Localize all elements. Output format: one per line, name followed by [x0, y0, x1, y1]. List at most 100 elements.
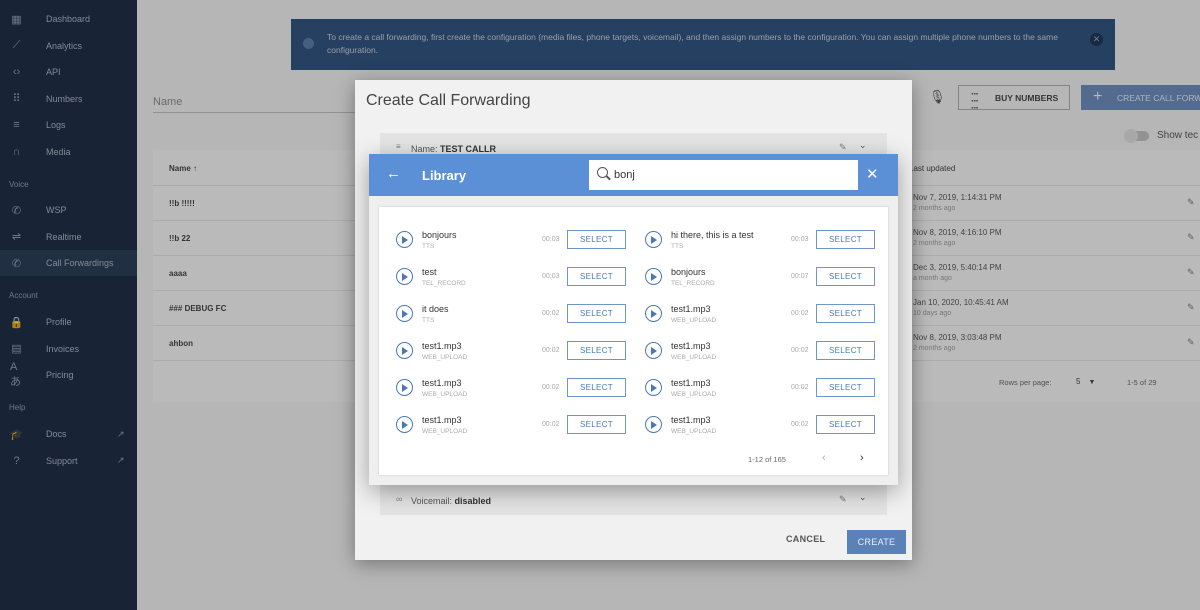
play-icon[interactable] [396, 268, 413, 285]
voicemail-text: Voicemail: disabled [411, 496, 491, 506]
media-item: test1.mp3 WEB_UPLOAD 00:02 SELECT [628, 369, 875, 406]
edit-icon[interactable]: ✎ [839, 142, 847, 153]
play-icon[interactable] [396, 379, 413, 396]
media-duration: 00:02 [791, 421, 809, 428]
media-duration: 00:02 [791, 310, 809, 317]
chevron-down-icon[interactable]: ⌄ [859, 140, 867, 151]
back-arrow-icon[interactable]: ← [386, 165, 401, 182]
media-item: bonjours TTS 00:03 SELECT [379, 221, 626, 258]
play-icon[interactable] [396, 231, 413, 248]
select-button[interactable]: SELECT [567, 378, 626, 397]
select-button[interactable]: SELECT [816, 304, 875, 323]
media-name: test [422, 267, 437, 277]
library-range: 1-12 of 165 [748, 455, 786, 464]
media-name: test1.mp3 [671, 341, 711, 351]
media-name: test1.mp3 [671, 378, 711, 388]
media-name: bonjours [422, 230, 457, 240]
media-duration: 00:07 [791, 273, 809, 280]
voicemail-value: disabled [454, 496, 492, 506]
media-name: test1.mp3 [422, 415, 462, 425]
select-button[interactable]: SELECT [816, 267, 875, 286]
name-text: Name: TEST CALLR [411, 144, 496, 154]
library-dialog: ← Library ✕ bonjoursTTS00:03SELECThi the… [369, 154, 898, 485]
select-button[interactable]: SELECT [567, 415, 626, 434]
media-item: it does TTS 00:02 SELECT [379, 295, 626, 332]
media-item: test1.mp3 WEB_UPLOAD 00:02 SELECT [379, 406, 626, 443]
select-button[interactable]: SELECT [567, 341, 626, 360]
media-item: test1.mp3 WEB_UPLOAD 00:02 SELECT [628, 295, 875, 332]
search-icon [597, 167, 608, 178]
edit-icon[interactable]: ✎ [839, 494, 847, 505]
media-type: WEB_UPLOAD [422, 354, 468, 361]
play-icon[interactable] [645, 342, 662, 359]
select-button[interactable]: SELECT [816, 378, 875, 397]
media-item: test1.mp3 WEB_UPLOAD 00:02 SELECT [628, 332, 875, 369]
play-icon[interactable] [396, 342, 413, 359]
name-value: TEST CALLR [440, 144, 497, 154]
close-icon[interactable]: ✕ [866, 165, 879, 183]
media-type: TTS [422, 243, 435, 250]
select-button[interactable]: SELECT [567, 304, 626, 323]
media-name: test1.mp3 [671, 304, 711, 314]
media-item: test1.mp3 WEB_UPLOAD 00:02 SELECT [379, 369, 626, 406]
create-button[interactable]: CREATE [847, 530, 906, 554]
media-type: WEB_UPLOAD [422, 391, 468, 398]
media-duration: 00:02 [791, 384, 809, 391]
media-type: TTS [422, 317, 435, 324]
media-type: WEB_UPLOAD [671, 428, 717, 435]
media-duration: 00:02 [791, 347, 809, 354]
media-type: TTS [671, 243, 684, 250]
voicemail-section[interactable]: ∞ Voicemail: disabled ✎ ⌄ [380, 485, 887, 515]
play-icon[interactable] [645, 268, 662, 285]
media-name: test1.mp3 [671, 415, 711, 425]
media-name: bonjours [671, 267, 706, 277]
library-title: Library [422, 168, 467, 183]
play-icon[interactable] [645, 416, 662, 433]
chevron-right-icon[interactable]: › [860, 452, 864, 464]
play-icon[interactable] [396, 416, 413, 433]
media-duration: 00:02 [542, 384, 560, 391]
media-item: test TEL_RECORD 00:03 SELECT [379, 258, 626, 295]
select-button[interactable]: SELECT [816, 341, 875, 360]
select-button[interactable]: SELECT [567, 230, 626, 249]
voicemail-label: Voicemail: [411, 496, 455, 506]
media-list: bonjours TTS 00:03 SELECT hi there, this is … [379, 207, 888, 475]
media-type: TEL_RECORD [422, 280, 466, 287]
chevron-down-icon[interactable]: ⌄ [859, 492, 867, 503]
media-duration: 00:03 [542, 273, 560, 280]
media-name: it does [422, 304, 449, 314]
library-header: ← Library ✕ [369, 154, 898, 196]
media-duration: 00:02 [542, 421, 560, 428]
media-duration: 00:02 [542, 347, 560, 354]
play-icon[interactable] [396, 305, 413, 322]
library-search-box[interactable] [589, 160, 858, 190]
select-button[interactable]: SELECT [816, 415, 875, 434]
media-type: TEL_RECORD [671, 280, 715, 287]
media-type: WEB_UPLOAD [671, 317, 717, 324]
media-name: hi there, this is a test [671, 230, 754, 240]
media-duration: 00:02 [542, 310, 560, 317]
play-icon[interactable] [645, 379, 662, 396]
media-item: bonjours TEL_RECORD 00:07 SELECT [628, 258, 875, 295]
play-icon[interactable] [645, 231, 662, 248]
media-type: WEB_UPLOAD [671, 391, 717, 398]
library-search-input[interactable] [614, 167, 844, 183]
media-item: test1.mp3 WEB_UPLOAD 00:02 SELECT [628, 406, 875, 443]
cancel-button[interactable]: CANCEL [786, 534, 825, 544]
notes-icon: ≡ [396, 142, 401, 151]
media-duration: 00:03 [542, 236, 560, 243]
select-button[interactable]: SELECT [567, 267, 626, 286]
media-type: WEB_UPLOAD [671, 354, 717, 361]
dialog-title: Create Call Forwarding [366, 92, 531, 109]
name-label: Name: [411, 144, 441, 154]
chevron-left-icon[interactable]: ‹ [822, 452, 826, 464]
media-type: WEB_UPLOAD [422, 428, 468, 435]
media-item: test1.mp3 WEB_UPLOAD 00:02 SELECT [379, 332, 626, 369]
voicemail-icon: ∞ [396, 494, 403, 504]
media-name: test1.mp3 [422, 341, 462, 351]
media-item: hi there, this is a test TTS 00:03 SELECT [628, 221, 875, 258]
select-button[interactable]: SELECT [816, 230, 875, 249]
play-icon[interactable] [645, 305, 662, 322]
media-name: test1.mp3 [422, 378, 462, 388]
media-duration: 00:03 [791, 236, 809, 243]
